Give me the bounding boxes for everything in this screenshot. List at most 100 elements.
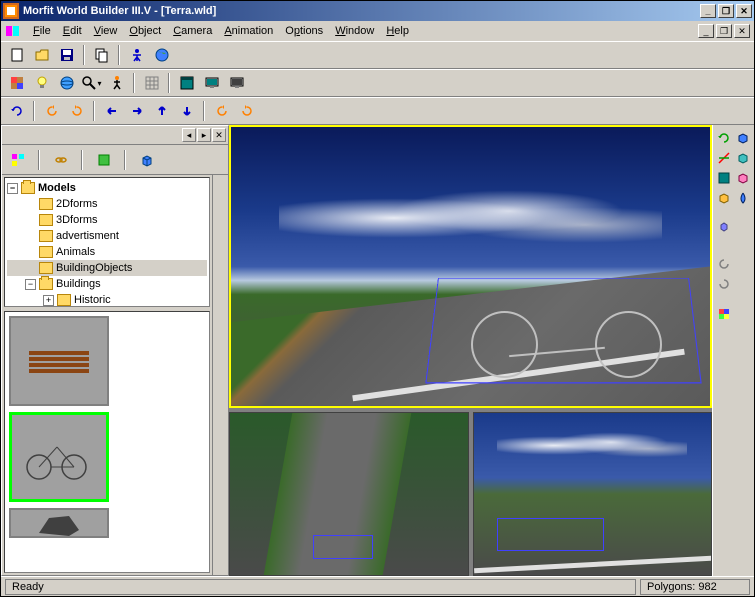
tree-item-label: 3Dforms [56,214,98,226]
tree-item-historic[interactable]: + Historic [7,292,207,307]
cube-icon[interactable] [135,149,158,171]
rotate-3d-icon[interactable] [715,129,733,147]
menu-options[interactable]: Options [279,23,329,39]
menu-edit[interactable]: Edit [57,23,88,39]
tree-item-animals[interactable]: Animals [7,244,207,260]
minimize-button[interactable]: _ [700,4,716,18]
mdi-minimize-button[interactable]: _ [698,24,714,38]
menu-view[interactable]: View [88,23,124,39]
tree-item-label: Buildings [56,278,101,290]
panel-button[interactable] [175,72,198,94]
tree-item-advertisment[interactable]: advertisment [7,228,207,244]
rotate-cw-2-button[interactable] [235,100,258,122]
arrow-left-button[interactable] [100,100,123,122]
new-file-button[interactable] [5,44,28,66]
cube-small-icon[interactable] [715,217,733,235]
copy-button[interactable] [90,44,113,66]
arrow-right-button[interactable] [125,100,148,122]
link-icon[interactable] [49,149,72,171]
toolbar-tools: ▾ [1,69,754,97]
viewport-top[interactable] [229,412,469,576]
cube-blue-icon[interactable] [735,129,753,147]
open-file-button[interactable] [30,44,53,66]
tree-item-label: advertisment [56,230,119,242]
person-move-button[interactable] [105,72,128,94]
menu-camera[interactable]: Camera [167,23,218,39]
rotate-ccw-button[interactable] [40,100,63,122]
folder-icon [21,182,35,194]
tree-item-buildingobjects[interactable]: BuildingObjects [7,260,207,276]
cube-yellow-icon[interactable] [715,189,733,207]
drop-blue-icon[interactable] [735,189,753,207]
thumb-bench[interactable] [9,316,109,406]
thumb-bicycle[interactable] [9,412,109,502]
right-toolbar [712,125,754,576]
mdi-close-button[interactable]: ✕ [734,24,750,38]
grid-teal-icon[interactable] [715,169,733,187]
tree-root-label: Models [38,182,76,194]
viewport-main[interactable] [229,125,712,408]
menubar: File Edit View Object Camera Animation O… [1,21,754,41]
workspace: ◂ ▸ ✕ − Models 2Dforms 3Dforms advertismen… [1,125,754,576]
maximize-button[interactable]: ❐ [718,4,734,18]
menu-help[interactable]: Help [380,23,415,39]
thumbnail-panel [4,311,210,573]
expander-icon[interactable]: + [43,295,54,306]
viewport-side[interactable] [473,412,713,576]
menu-object[interactable]: Object [123,23,167,39]
lightbulb-button[interactable] [30,72,53,94]
monitor-2-button[interactable] [225,72,248,94]
panel-next-button[interactable]: ▸ [197,128,211,142]
refresh-button[interactable] [5,100,28,122]
tree-root[interactable]: − Models [7,180,207,196]
folder-icon [39,198,53,210]
rotate-ccw-2-button[interactable] [210,100,233,122]
thumb-rock[interactable] [9,508,109,538]
mdi-restore-button[interactable]: ❐ [716,24,732,38]
expander-icon[interactable]: − [25,279,36,290]
menu-animation[interactable]: Animation [218,23,279,39]
tree-item-label: 2Dforms [56,198,98,210]
menu-window[interactable]: Window [329,23,380,39]
tree-item-label: BuildingObjects [56,262,132,274]
status-ready: Ready [5,579,636,595]
grid-button[interactable] [140,72,163,94]
tree-item-buildings[interactable]: − Buildings [7,276,207,292]
left-panel: ◂ ▸ ✕ − Models 2Dforms 3Dforms advertismen… [1,125,229,576]
panel-close-button[interactable]: ✕ [212,128,226,142]
tree-scrollbar[interactable] [212,175,228,309]
cube-aqua-icon[interactable] [735,149,753,167]
cube-pink-icon[interactable] [735,169,753,187]
close-button[interactable]: ✕ [736,4,752,18]
window-buttons: _ ❐ ✕ [700,4,752,18]
expander-icon[interactable]: − [7,183,18,194]
model-tree[interactable]: − Models 2Dforms 3Dforms advertisment Anima… [4,177,210,307]
monitor-1-button[interactable] [200,72,223,94]
folder-icon [39,230,53,242]
arrow-down-button[interactable] [175,100,198,122]
texture-button[interactable] [5,72,28,94]
menu-file[interactable]: File [27,23,57,39]
tree-item-3dforms[interactable]: 3Dforms [7,212,207,228]
squares-icon[interactable] [6,149,29,171]
thumbs-scrollbar[interactable] [212,309,228,575]
zoom-button[interactable]: ▾ [80,72,103,94]
redo-icon[interactable] [715,275,733,293]
undo-icon[interactable] [715,255,733,273]
save-file-button[interactable] [55,44,78,66]
arrow-up-button[interactable] [150,100,173,122]
tree-item-label: Historic [74,294,111,306]
globe-tool-button[interactable] [55,72,78,94]
axis-red-icon[interactable] [715,149,733,167]
rotate-cw-button[interactable] [65,100,88,122]
tree-item-2dforms[interactable]: 2Dforms [7,196,207,212]
bicycle-object[interactable] [471,294,663,378]
globe-button[interactable] [150,44,173,66]
folder-icon [57,294,71,306]
puzzle-icon[interactable] [715,305,733,323]
mdi-icon[interactable] [5,23,21,39]
panel-prev-button[interactable]: ◂ [182,128,196,142]
accessibility-button[interactable] [125,44,148,66]
folder-icon [39,278,53,290]
frame-icon[interactable] [92,149,115,171]
